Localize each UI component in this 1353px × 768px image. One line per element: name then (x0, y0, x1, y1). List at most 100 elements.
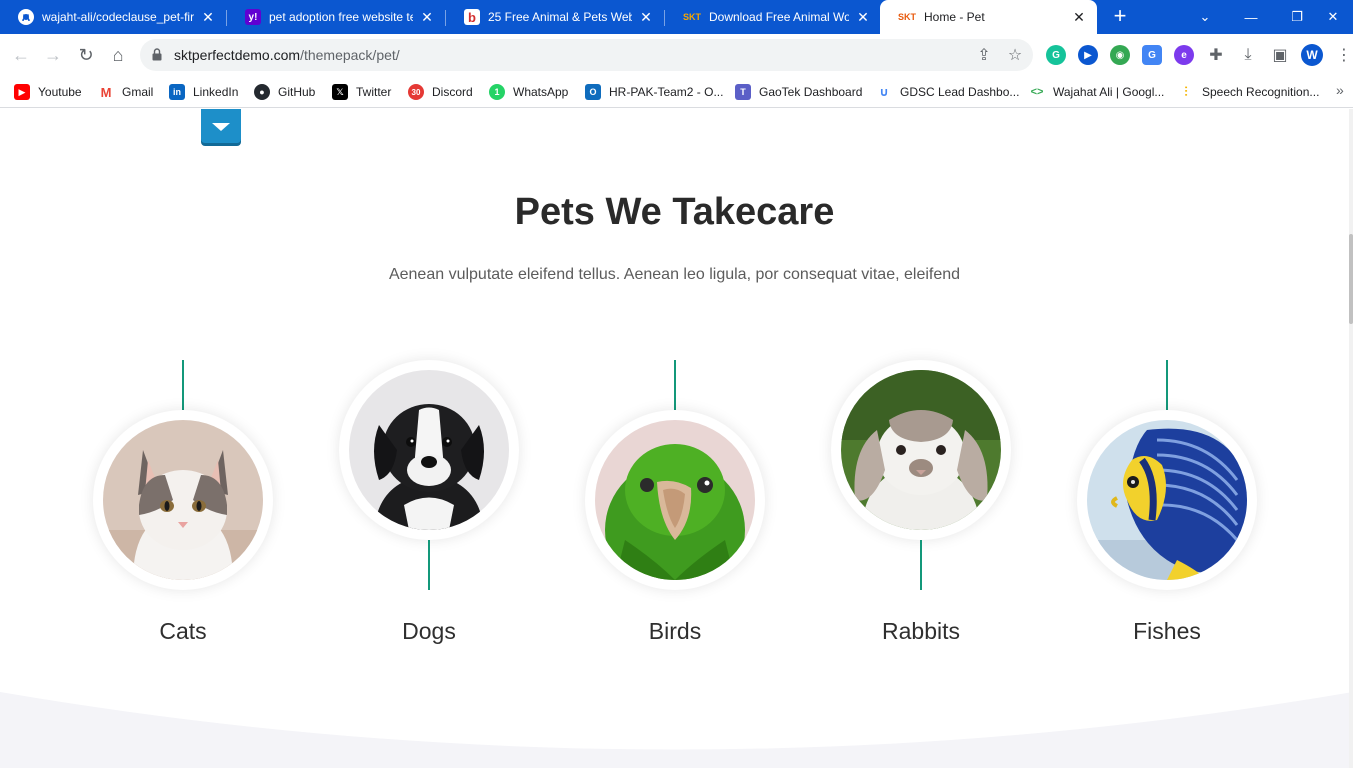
back-icon[interactable]: ← (8, 42, 34, 68)
github-icon (18, 9, 34, 25)
outlook-icon: O (585, 84, 601, 100)
connector-line (1166, 360, 1168, 410)
bookmark-label: GitHub (278, 85, 316, 99)
pet-image-frame (1077, 410, 1257, 590)
close-icon[interactable]: ✕ (200, 9, 216, 26)
bookmark-youtube[interactable]: ▶ Youtube (14, 83, 82, 101)
youtube-icon: ▶ (14, 84, 30, 100)
pet-card-dogs[interactable]: Dogs (339, 360, 519, 660)
grammarly-icon[interactable]: G (1046, 45, 1066, 65)
side-panel-icon[interactable]: ▣ (1269, 44, 1291, 66)
window-close-icon[interactable]: ✕ (1310, 0, 1353, 34)
bookmark-gaotek[interactable]: T GaoTek Dashboard (735, 83, 862, 101)
skt-icon: SKT (898, 12, 916, 22)
bookmark-hr-pak[interactable]: O HR-PAK-Team2 - O... (585, 83, 723, 101)
bookmark-label: Youtube (38, 85, 82, 99)
browser-tab-2[interactable]: y! pet adoption free website ter ✕ (227, 0, 445, 34)
extensions-puzzle-icon[interactable]: ✚ (1205, 44, 1227, 66)
tab-strip: wajaht-ali/codeclause_pet-fir ✕ y! pet a… (0, 0, 1353, 34)
android-ext-icon[interactable]: ◉ (1110, 45, 1130, 65)
lock-icon (152, 48, 162, 61)
bookmark-star-icon[interactable]: ☆ (1006, 46, 1024, 64)
b-icon: b (464, 9, 480, 25)
browser-tab-5-active[interactable]: SKT Home - Pet ✕ (880, 0, 1097, 34)
bookmark-github[interactable]: ● GitHub (254, 83, 315, 101)
tab-title: 25 Free Animal & Pets Websi (488, 10, 632, 24)
pet-image-frame (339, 360, 519, 540)
browser-tab-4[interactable]: SKT Download Free Animal Word ✕ (665, 0, 881, 34)
x-icon: 𝕏 (332, 84, 348, 100)
pet-card-birds[interactable]: Birds (585, 360, 765, 660)
whatsapp-icon: 1 (489, 84, 505, 100)
bookmark-label: Gmail (122, 85, 154, 99)
bookmarks-overflow-icon[interactable]: » (1336, 82, 1344, 98)
url-host: sktperfectdemo.com (174, 47, 301, 63)
connector-line (674, 360, 676, 410)
new-tab-button[interactable]: + (1108, 5, 1132, 29)
pet-card-fishes[interactable]: Fishes (1077, 360, 1257, 660)
pet-name: Dogs (402, 618, 456, 644)
bookmark-label: LinkedIn (193, 85, 239, 99)
google-dev-icon: <> (1029, 84, 1045, 100)
yahoo-icon: y! (245, 9, 261, 25)
minimize-icon[interactable]: — (1228, 0, 1274, 34)
reload-icon[interactable]: ↻ (73, 42, 99, 68)
bookmark-discord[interactable]: 30 Discord (408, 83, 473, 101)
share-icon[interactable]: ⇪ (975, 46, 993, 64)
browser-tab-3[interactable]: b 25 Free Animal & Pets Websi ✕ (446, 0, 664, 34)
bookmarks-bar: ▶ Youtube M Gmail in LinkedIn ● GitHub 𝕏… (0, 76, 1353, 108)
tab-title: Download Free Animal Word (709, 10, 849, 24)
gmail-icon: M (98, 84, 114, 100)
scrollbar-thumb[interactable] (1349, 234, 1353, 324)
bookmark-whatsapp[interactable]: 1 WhatsApp (489, 83, 568, 101)
github-icon: ● (254, 84, 270, 100)
cat-photo (103, 420, 263, 580)
pet-card-cats[interactable]: Cats (93, 360, 273, 660)
bookmark-linkedin[interactable]: in LinkedIn (169, 83, 238, 101)
browser-tab-1[interactable]: wajaht-ali/codeclause_pet-fir ✕ (0, 0, 226, 34)
teams-icon: T (735, 84, 751, 100)
avatar[interactable]: W (1301, 44, 1323, 66)
close-icon[interactable]: ✕ (419, 9, 435, 26)
close-icon[interactable]: ✕ (638, 9, 654, 26)
pet-image-frame (93, 410, 273, 590)
home-icon[interactable]: ⌂ (105, 42, 131, 68)
menu-kebab-icon[interactable]: ⋮ (1333, 44, 1353, 66)
rabbit-photo (841, 370, 1001, 530)
tab-search-icon[interactable]: ⌄ (1182, 0, 1228, 34)
section-wave-divider (0, 692, 1353, 768)
scrollbar-track[interactable] (1349, 109, 1353, 768)
purple-ext-icon[interactable]: e (1174, 45, 1194, 65)
bookmark-gmail[interactable]: M Gmail (98, 83, 153, 101)
pet-image-frame (831, 360, 1011, 540)
pet-name: Birds (648, 618, 702, 644)
pet-name: Fishes (1133, 618, 1201, 644)
pet-name: Rabbits (882, 618, 960, 644)
section-subtitle: Aenean vulputate eleifend tellus. Aenean… (388, 266, 961, 283)
skt-icon: SKT (683, 12, 701, 22)
tab-title: wajaht-ali/codeclause_pet-fir (42, 10, 194, 24)
url-text: sktperfectdemo.com/themepack/pet/ (174, 47, 400, 63)
bookmark-twitter[interactable]: 𝕏 Twitter (332, 83, 391, 101)
menu-toggle-button[interactable] (201, 109, 241, 143)
bookmark-label: GDSC Lead Dashbo... (900, 85, 1020, 99)
pet-card-rabbits[interactable]: Rabbits (831, 360, 1011, 660)
close-icon[interactable]: ✕ (1071, 9, 1087, 26)
chevron-down-icon (212, 123, 230, 131)
translate-icon[interactable]: G (1142, 45, 1162, 65)
bookmark-speech[interactable]: ⫶ Speech Recognition... (1178, 83, 1319, 101)
bookmark-wajahat[interactable]: <> Wajahat Ali | Googl... (1029, 83, 1164, 101)
video-ext-icon[interactable]: ▶ (1078, 45, 1098, 65)
bookmark-gdsc[interactable]: ∪ GDSC Lead Dashbo... (876, 83, 1019, 101)
pet-name: Cats (159, 618, 207, 644)
download-icon[interactable]: ⤓ (1237, 44, 1259, 66)
linkedin-icon: in (169, 84, 185, 100)
forward-icon[interactable]: → (40, 42, 66, 68)
gdsc-icon: ∪ (876, 84, 892, 100)
close-icon[interactable]: ✕ (855, 9, 871, 26)
speech-icon: ⫶ (1178, 84, 1194, 100)
bookmark-label: Wajahat Ali | Googl... (1053, 85, 1165, 99)
address-bar[interactable]: sktperfectdemo.com/themepack/pet/ ⇪ ☆ (140, 39, 1033, 71)
section-title: Pets We Takecare (514, 191, 835, 233)
connector-line (920, 540, 922, 590)
